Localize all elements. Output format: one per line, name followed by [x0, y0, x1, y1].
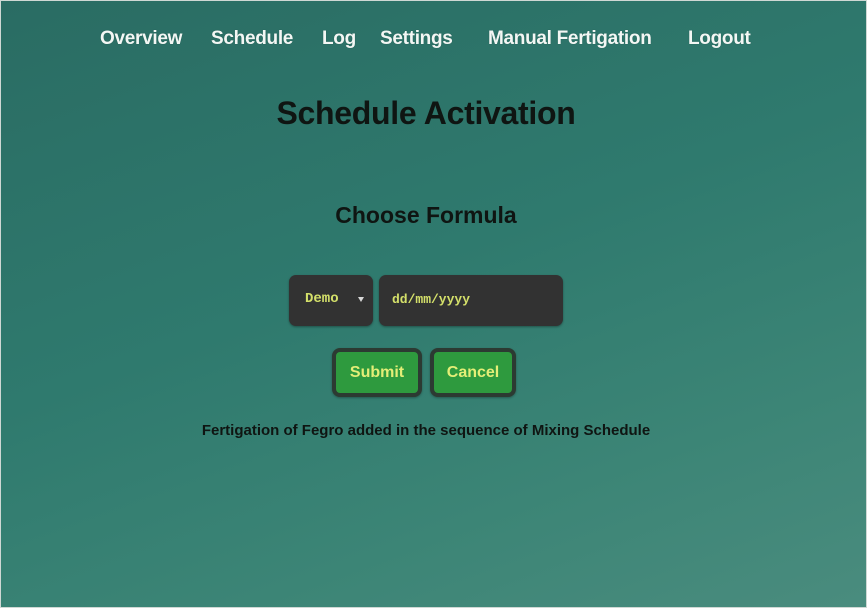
- nav-overview[interactable]: Overview: [100, 28, 182, 50]
- top-navigation: Overview Schedule Log Settings Manual Fe…: [0, 26, 867, 56]
- page-title: Schedule Activation: [276, 95, 576, 131]
- date-input-placeholder: dd/mm/yyyy: [392, 292, 471, 307]
- formula-select[interactable]: Demo: [289, 275, 373, 326]
- choose-formula-heading: Choose Formula: [335, 202, 517, 228]
- status-message: Fertigation of Fegro added in the sequen…: [201, 422, 651, 439]
- submit-button[interactable]: Submit: [332, 348, 422, 397]
- date-input[interactable]: dd/mm/yyyy: [379, 275, 563, 326]
- nav-settings[interactable]: Settings: [380, 28, 453, 50]
- caret-down-icon: [358, 297, 364, 302]
- nav-logout[interactable]: Logout: [688, 28, 751, 50]
- nav-log[interactable]: Log: [322, 28, 356, 50]
- cancel-button[interactable]: Cancel: [430, 348, 516, 397]
- nav-schedule[interactable]: Schedule: [211, 28, 293, 50]
- formula-select-value: Demo: [305, 291, 339, 307]
- nav-manual-fertigation[interactable]: Manual Fertigation: [488, 28, 652, 50]
